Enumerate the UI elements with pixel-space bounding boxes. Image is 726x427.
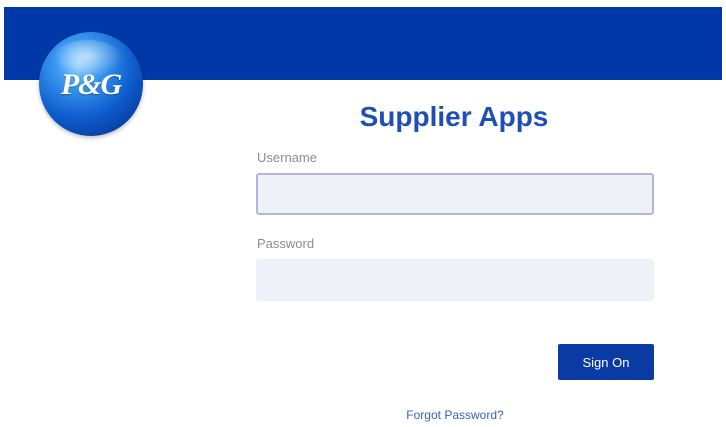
username-label: Username bbox=[257, 150, 317, 165]
sign-on-button[interactable]: Sign On bbox=[558, 344, 654, 380]
forgot-password-link[interactable]: Forgot Password? bbox=[380, 408, 530, 422]
logo-text: P&G bbox=[60, 68, 122, 101]
username-input[interactable] bbox=[256, 173, 654, 215]
login-page: P&G Supplier Apps Username Password Sign… bbox=[0, 0, 726, 427]
password-label: Password bbox=[257, 236, 315, 251]
pg-logo: P&G bbox=[39, 32, 143, 136]
page-title: Supplier Apps bbox=[359, 101, 549, 132]
password-input[interactable] bbox=[256, 259, 654, 301]
